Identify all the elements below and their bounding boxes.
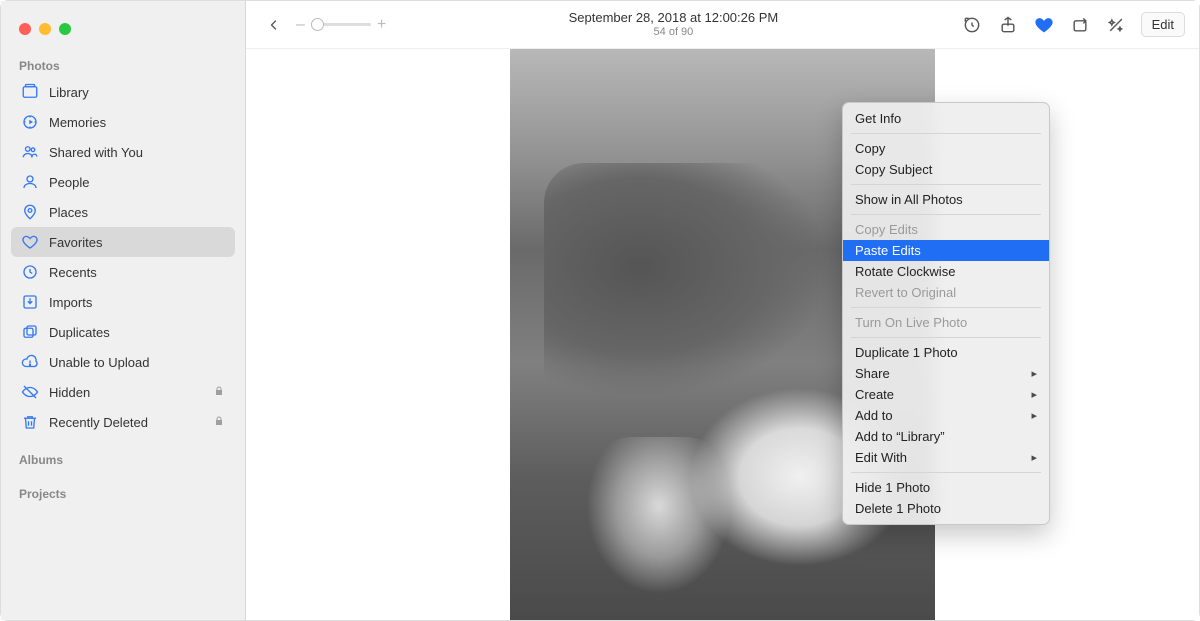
close-window-button[interactable] xyxy=(19,23,31,35)
toolbar: – + September 28, 2018 at 12:00:26 PM 54… xyxy=(246,1,1199,49)
menu-copy[interactable]: Copy xyxy=(843,138,1049,159)
sidebar-item-recents[interactable]: Recents xyxy=(11,257,235,287)
menu-add-to[interactable]: Add to▸ xyxy=(843,405,1049,426)
menu-revert-to-original: Revert to Original xyxy=(843,282,1049,303)
chevron-right-icon: ▸ xyxy=(1031,388,1037,401)
sidebar-item-imports[interactable]: Imports xyxy=(11,287,235,317)
menu-separator xyxy=(851,184,1041,185)
lock-icon xyxy=(213,415,225,430)
menu-edit-with[interactable]: Edit With▸ xyxy=(843,447,1049,468)
heart-icon xyxy=(21,233,39,251)
chevron-right-icon: ▸ xyxy=(1031,367,1037,380)
hidden-icon xyxy=(21,383,39,401)
sidebar-item-hidden[interactable]: Hidden xyxy=(11,377,235,407)
main-content: – + September 28, 2018 at 12:00:26 PM 54… xyxy=(246,1,1199,620)
sidebar-section-projects[interactable]: Projects xyxy=(1,481,245,505)
cloud-alert-icon xyxy=(21,353,39,371)
sidebar-section-albums[interactable]: Albums xyxy=(1,447,245,471)
zoom-plus-label: + xyxy=(377,16,386,34)
sidebar-item-label: Duplicates xyxy=(49,325,110,340)
toolbar-actions: Edit xyxy=(961,12,1185,37)
import-icon xyxy=(21,293,39,311)
zoom-minus-label: – xyxy=(296,16,305,34)
zoom-knob[interactable] xyxy=(311,18,324,31)
sidebar-item-shared-with-you[interactable]: Shared with You xyxy=(11,137,235,167)
menu-separator xyxy=(851,472,1041,473)
chevron-right-icon: ▸ xyxy=(1031,451,1037,464)
sidebar-item-unable-to-upload[interactable]: Unable to Upload xyxy=(11,347,235,377)
sidebar-item-duplicates[interactable]: Duplicates xyxy=(11,317,235,347)
auto-enhance-icon[interactable] xyxy=(1105,14,1127,36)
menu-create[interactable]: Create▸ xyxy=(843,384,1049,405)
menu-rotate-clockwise[interactable]: Rotate Clockwise xyxy=(843,261,1049,282)
sidebar-item-label: Places xyxy=(49,205,88,220)
back-button[interactable] xyxy=(260,11,288,39)
sidebar-item-places[interactable]: Places xyxy=(11,197,235,227)
sidebar-item-label: Memories xyxy=(49,115,106,130)
photo-counter: 54 of 90 xyxy=(394,26,952,39)
menu-paste-edits[interactable]: Paste Edits xyxy=(843,240,1049,261)
menu-separator xyxy=(851,133,1041,134)
zoom-window-button[interactable] xyxy=(59,23,71,35)
sidebar-item-people[interactable]: People xyxy=(11,167,235,197)
menu-hide[interactable]: Hide 1 Photo xyxy=(843,477,1049,498)
context-menu: Get Info Copy Copy Subject Show in All P… xyxy=(842,102,1050,525)
lock-icon xyxy=(213,385,225,400)
sidebar-item-label: Library xyxy=(49,85,89,100)
clock-icon xyxy=(21,263,39,281)
sidebar-item-label: Unable to Upload xyxy=(49,355,149,370)
menu-share[interactable]: Share▸ xyxy=(843,363,1049,384)
favorite-icon[interactable] xyxy=(1033,14,1055,36)
menu-duplicate[interactable]: Duplicate 1 Photo xyxy=(843,342,1049,363)
sidebar-item-label: Recently Deleted xyxy=(49,415,148,430)
menu-separator xyxy=(851,307,1041,308)
menu-copy-edits: Copy Edits xyxy=(843,219,1049,240)
chevron-right-icon: ▸ xyxy=(1031,409,1037,422)
sidebar: Photos Library Memories Shared with You … xyxy=(1,1,246,620)
sidebar-item-label: Recents xyxy=(49,265,97,280)
add-date-icon[interactable] xyxy=(961,14,983,36)
window-controls xyxy=(1,9,245,53)
sidebar-item-memories[interactable]: Memories xyxy=(11,107,235,137)
sidebar-item-label: Imports xyxy=(49,295,92,310)
sidebar-item-label: Hidden xyxy=(49,385,90,400)
menu-delete[interactable]: Delete 1 Photo xyxy=(843,498,1049,519)
shared-icon xyxy=(21,143,39,161)
rotate-icon[interactable] xyxy=(1069,14,1091,36)
menu-copy-subject[interactable]: Copy Subject xyxy=(843,159,1049,180)
menu-separator xyxy=(851,214,1041,215)
memories-icon xyxy=(21,113,39,131)
photo-viewer[interactable] xyxy=(246,49,1199,620)
sidebar-item-library[interactable]: Library xyxy=(11,77,235,107)
places-icon xyxy=(21,203,39,221)
menu-get-info[interactable]: Get Info xyxy=(843,108,1049,129)
sidebar-item-favorites[interactable]: Favorites xyxy=(11,227,235,257)
sidebar-item-label: Favorites xyxy=(49,235,102,250)
sidebar-section-photos: Photos xyxy=(1,53,245,77)
menu-add-to-library[interactable]: Add to “Library” xyxy=(843,426,1049,447)
zoom-track[interactable] xyxy=(311,23,371,26)
edit-button[interactable]: Edit xyxy=(1141,12,1185,37)
zoom-slider[interactable]: – + xyxy=(296,16,386,34)
library-icon xyxy=(21,83,39,101)
sidebar-item-recently-deleted[interactable]: Recently Deleted xyxy=(11,407,235,437)
sidebar-item-label: Shared with You xyxy=(49,145,143,160)
minimize-window-button[interactable] xyxy=(39,23,51,35)
toolbar-title-area: September 28, 2018 at 12:00:26 PM 54 of … xyxy=(394,10,952,39)
menu-separator xyxy=(851,337,1041,338)
duplicates-icon xyxy=(21,323,39,341)
photo-date-title: September 28, 2018 at 12:00:26 PM xyxy=(394,10,952,26)
menu-show-in-all-photos[interactable]: Show in All Photos xyxy=(843,189,1049,210)
menu-turn-on-live-photo: Turn On Live Photo xyxy=(843,312,1049,333)
trash-icon xyxy=(21,413,39,431)
people-icon xyxy=(21,173,39,191)
sidebar-nav: Library Memories Shared with You People xyxy=(1,77,245,437)
share-icon[interactable] xyxy=(997,14,1019,36)
sidebar-item-label: People xyxy=(49,175,89,190)
